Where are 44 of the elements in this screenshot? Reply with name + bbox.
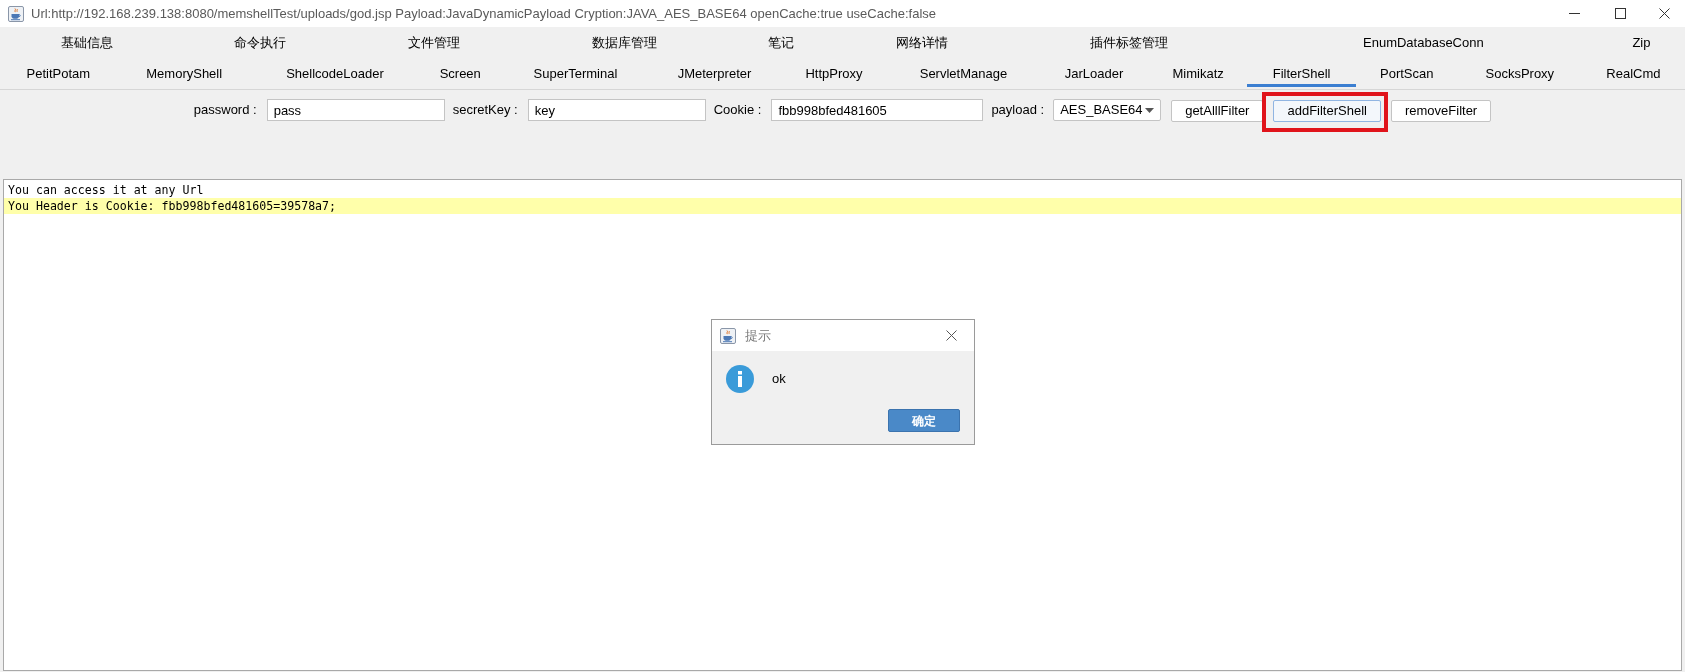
action-button[interactable]: removeFilter [1390, 99, 1492, 122]
tab[interactable]: 基础信息 [0, 27, 174, 58]
tab[interactable]: PetitPotam [0, 58, 117, 89]
field-label: password : [193, 101, 257, 120]
close-icon[interactable] [946, 330, 957, 341]
field-label: secretKey : [452, 101, 518, 120]
output-line: You can access it at any Url [7, 182, 205, 198]
tab[interactable]: 文件管理 [347, 27, 521, 58]
tab[interactable]: JarLoader [1039, 58, 1149, 89]
tab[interactable]: 命令执行 [173, 27, 348, 58]
info-icon [726, 365, 754, 393]
tab[interactable]: FilterShell [1247, 58, 1356, 89]
field-label: Cookie : [713, 101, 762, 120]
tab[interactable]: Mimikatz [1148, 58, 1248, 89]
tab[interactable]: RealCmd [1581, 58, 1685, 89]
tab[interactable]: JMeterpreter [648, 58, 781, 89]
dialog-message: ok [772, 370, 786, 389]
tab[interactable]: 笔记 [727, 27, 836, 58]
action-button[interactable]: getAlllFilter [1171, 99, 1264, 122]
tab[interactable]: Zip [1597, 27, 1685, 58]
tab[interactable]: 网络详情 [835, 27, 1009, 58]
text-field[interactable]: pass [266, 99, 445, 121]
tab[interactable]: ServletManage [887, 58, 1040, 89]
ok-button[interactable]: 确定 [888, 409, 960, 432]
tab[interactable]: EnumDatabaseConn [1248, 27, 1598, 58]
field-label: payload : [991, 101, 1045, 120]
text-field[interactable]: key [527, 99, 706, 121]
tab[interactable]: PortScan [1355, 58, 1458, 89]
action-button[interactable]: addFilterShell [1273, 99, 1381, 122]
caret-icon [1145, 107, 1155, 113]
tab[interactable]: 数据库管理 [520, 27, 728, 58]
tab[interactable]: SuperTerminal [502, 58, 649, 89]
payload-select[interactable]: AES_BASE64 [1053, 99, 1162, 121]
tab[interactable]: 插件标签管理 [1008, 27, 1249, 58]
tab[interactable]: HttpProxy [780, 58, 888, 89]
dialog-title: 提示 [745, 326, 771, 345]
cup-icon [720, 327, 736, 344]
window-title: Url:http://192.168.239.138:8080/memshellTest/uploads/god.jsp Payload:JavaDynamicPayload Cryption:JAVA_AES_BASE64 openCache:true useCache:false [31, 4, 936, 23]
tab[interactable]: MemoryShell [116, 58, 252, 89]
cup-icon [8, 5, 24, 22]
tab[interactable]: ShellcodeLoader [251, 58, 419, 89]
tab[interactable]: Screen [418, 58, 503, 89]
tab[interactable]: SocksProxy [1457, 58, 1582, 89]
text-field[interactable]: fbb998bfed481605 [771, 99, 984, 121]
